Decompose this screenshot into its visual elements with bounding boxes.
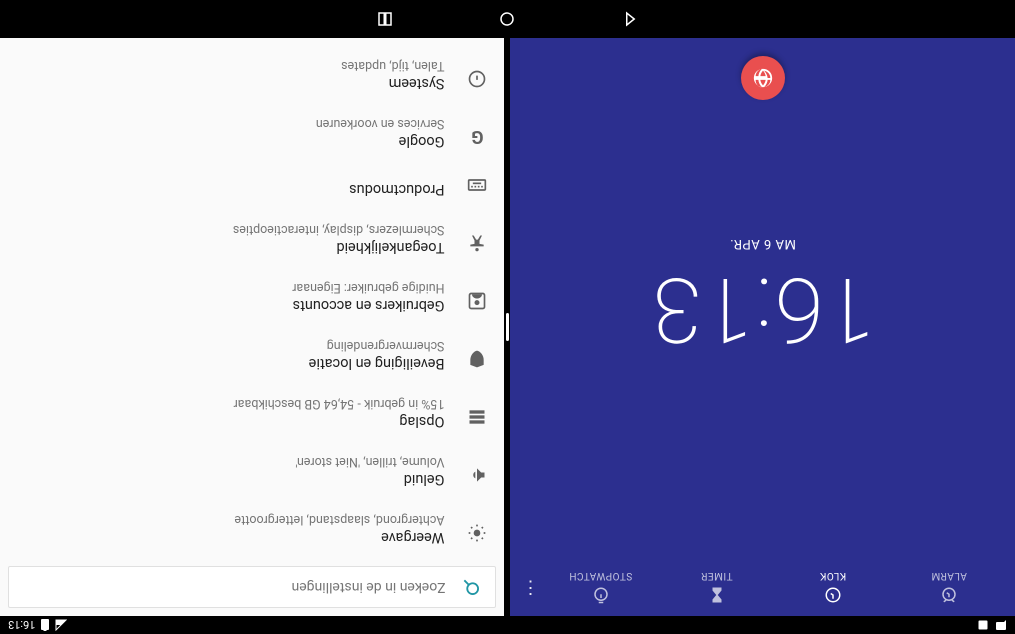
tab-label: STOPWATCH xyxy=(569,571,632,582)
hourglass-icon xyxy=(707,586,727,606)
stopwatch-icon xyxy=(591,586,611,606)
item-title: Gebruikers en accounts xyxy=(292,297,444,314)
search-placeholder: Zoeken in de instellingen xyxy=(292,579,446,595)
info-icon xyxy=(467,68,489,90)
item-title: Toegankelijkheid xyxy=(233,239,445,256)
item-subtitle: 15% in gebruik - 54,64 GB beschikbaar xyxy=(234,396,445,411)
clock-body: 16:13 MA 6 APR. xyxy=(511,38,1015,560)
notification-icon-2 xyxy=(977,619,989,631)
settings-item-google[interactable]: G Google Services en voorkeuren xyxy=(0,104,505,162)
item-subtitle: Volume, trillen, 'Niet storen' xyxy=(295,454,444,469)
storage-icon xyxy=(467,406,489,428)
accessibility-icon xyxy=(467,232,489,254)
clock-icon xyxy=(823,586,843,606)
display-icon xyxy=(467,522,489,544)
item-subtitle: Schermlezers, display, interactieopties xyxy=(233,222,445,237)
settings-item-accessibility[interactable]: Toegankelijkheid Schermlezers, display, … xyxy=(0,210,505,268)
search-icon xyxy=(462,577,482,597)
item-subtitle: Huidige gebruiker: Eigenaar xyxy=(292,280,444,295)
tab-label: ALARM xyxy=(931,571,967,582)
item-title: Geluid xyxy=(295,471,444,488)
item-title: Beveiliging en locatie xyxy=(309,355,445,372)
item-subtitle: Talen, tijd, updates xyxy=(341,58,444,73)
keyboard-icon xyxy=(467,174,489,196)
item-title: Productmodus xyxy=(349,181,444,198)
nav-back-button[interactable] xyxy=(619,8,641,30)
item-subtitle: Schermvergrendeling xyxy=(309,338,445,353)
nav-home-button[interactable] xyxy=(497,8,519,30)
tab-label: KLOK xyxy=(820,571,847,582)
clock-overflow-menu[interactable]: ⋮ xyxy=(519,578,543,599)
shield-icon xyxy=(467,348,489,370)
item-title: Google xyxy=(316,133,445,150)
globe-icon xyxy=(752,67,774,89)
alarm-icon xyxy=(939,586,959,606)
tab-stopwatch[interactable]: STOPWATCH xyxy=(543,571,659,606)
settings-item-users[interactable]: Gebruikers en accounts Huidige gebruiker… xyxy=(0,268,505,326)
clock-time: 16:13 xyxy=(650,257,875,362)
notification-icon xyxy=(995,619,1007,631)
sound-icon xyxy=(467,464,489,486)
settings-item-sound[interactable]: Geluid Volume, trillen, 'Niet storen' xyxy=(0,442,505,500)
settings-item-productmode[interactable]: Productmodus xyxy=(0,162,505,210)
status-time: 16:13 xyxy=(8,619,35,632)
item-title: Weergave xyxy=(235,529,445,546)
add-world-clock-fab[interactable] xyxy=(741,56,785,100)
item-subtitle: Services en voorkeuren xyxy=(316,116,445,131)
item-title: Systeem xyxy=(341,75,444,92)
settings-item-security[interactable]: Beveiliging en locatie Schermvergrendeli… xyxy=(0,326,505,384)
status-bar: 16:13 xyxy=(0,616,1015,634)
settings-item-system[interactable]: Systeem Talen, tijd, updates xyxy=(0,46,505,104)
nav-recent-button[interactable] xyxy=(375,8,397,30)
nav-bar xyxy=(0,0,1015,38)
battery-icon xyxy=(41,619,49,631)
tab-clock[interactable]: KLOK xyxy=(775,571,891,606)
tab-label: TIMER xyxy=(701,571,733,582)
user-icon xyxy=(467,290,489,312)
tab-timer[interactable]: TIMER xyxy=(659,571,775,606)
settings-item-storage[interactable]: Opslag 15% in gebruik - 54,64 GB beschik… xyxy=(0,384,505,442)
clock-tabs: ALARM KLOK TIMER xyxy=(511,560,1015,616)
clock-app-pane: ALARM KLOK TIMER xyxy=(511,38,1015,616)
signal-icon xyxy=(55,619,67,631)
settings-search-bar[interactable]: Zoeken in de instellingen xyxy=(8,566,497,608)
item-title: Opslag xyxy=(234,413,445,430)
google-icon: G xyxy=(467,126,489,148)
settings-list[interactable]: Weergave Achtergrond, slaapstand, letter… xyxy=(0,38,505,558)
clock-date: MA 6 APR. xyxy=(730,236,796,251)
item-subtitle: Achtergrond, slaapstand, lettergrootte xyxy=(235,512,445,527)
settings-item-display[interactable]: Weergave Achtergrond, slaapstand, letter… xyxy=(0,500,505,558)
tab-alarm[interactable]: ALARM xyxy=(891,571,1007,606)
settings-app-pane: Zoeken in de instellingen Weergave Achte… xyxy=(0,38,505,616)
